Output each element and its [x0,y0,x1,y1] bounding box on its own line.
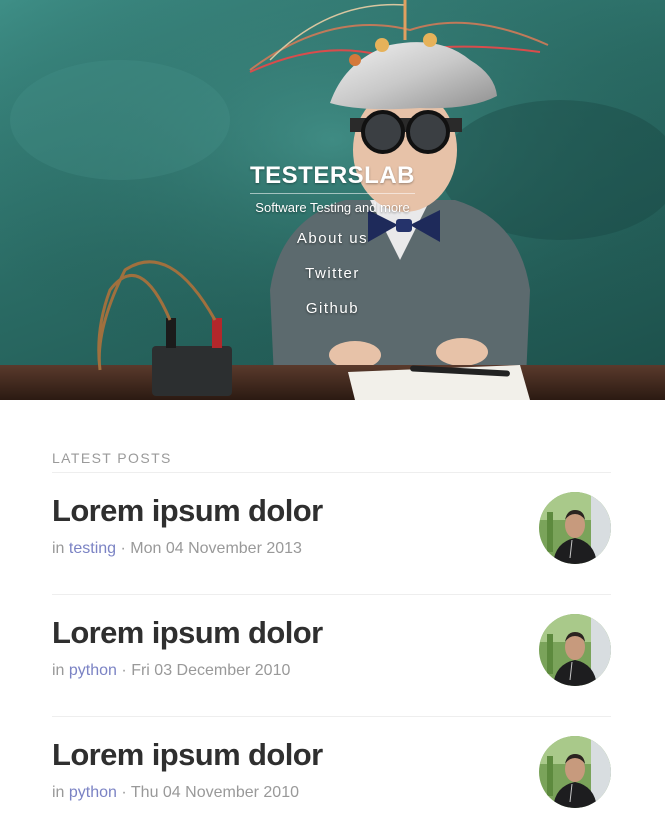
hero-header: TESTERSLAB Software Testing and more Abo… [0,0,665,400]
post-category-link[interactable]: python [69,662,117,679]
post-category-link[interactable]: testing [69,540,116,557]
post-item: Lorem ipsum dolor in python · Fri 03 Dec… [52,595,611,717]
page: TESTERSLAB Software Testing and more Abo… [0,0,665,831]
nav-link-github[interactable]: Github [306,300,359,317]
nav-link-twitter[interactable]: Twitter [305,265,360,282]
post-category-link[interactable]: python [69,784,117,801]
hero-overlay: TESTERSLAB Software Testing and more Abo… [0,0,665,400]
post-meta: in python · Fri 03 December 2010 [52,662,290,680]
post-meta-separator: · [121,662,127,679]
nav-item-twitter: Twitter [0,264,665,299]
author-avatar [539,492,611,564]
post-meta-prefix: in [52,662,65,679]
post-date: Fri 03 December 2010 [131,662,291,679]
post-meta: in testing · Mon 04 November 2013 [52,540,302,558]
post-date: Mon 04 November 2013 [130,540,302,557]
latest-posts-section: LATEST POSTS Lorem ipsum dolor in testin… [52,450,611,831]
author-avatar [539,736,611,808]
nav-item-github: Github [0,299,665,334]
nav-item-about: About us [0,229,665,264]
post-item: Lorem ipsum dolor in python · Thu 04 Nov… [52,717,611,831]
site-title-link[interactable]: TESTERSLAB [249,162,415,194]
post-title[interactable]: Lorem ipsum dolor [52,615,323,651]
post-date: Thu 04 November 2010 [130,784,299,801]
site-subtitle: Software Testing and more [255,200,410,215]
post-meta-prefix: in [52,784,65,801]
nav-link-about[interactable]: About us [297,230,368,247]
post-meta-separator: · [120,540,126,557]
author-avatar [539,614,611,686]
brand: TESTERSLAB Software Testing and more [0,162,665,215]
post-meta: in python · Thu 04 November 2010 [52,784,299,802]
post-meta-prefix: in [52,540,65,557]
post-title[interactable]: Lorem ipsum dolor [52,493,323,529]
main-nav: About us Twitter Github [0,229,665,334]
post-title[interactable]: Lorem ipsum dolor [52,737,323,773]
section-heading: LATEST POSTS [52,450,611,473]
post-meta-separator: · [121,784,127,801]
post-item: Lorem ipsum dolor in testing · Mon 04 No… [52,473,611,595]
